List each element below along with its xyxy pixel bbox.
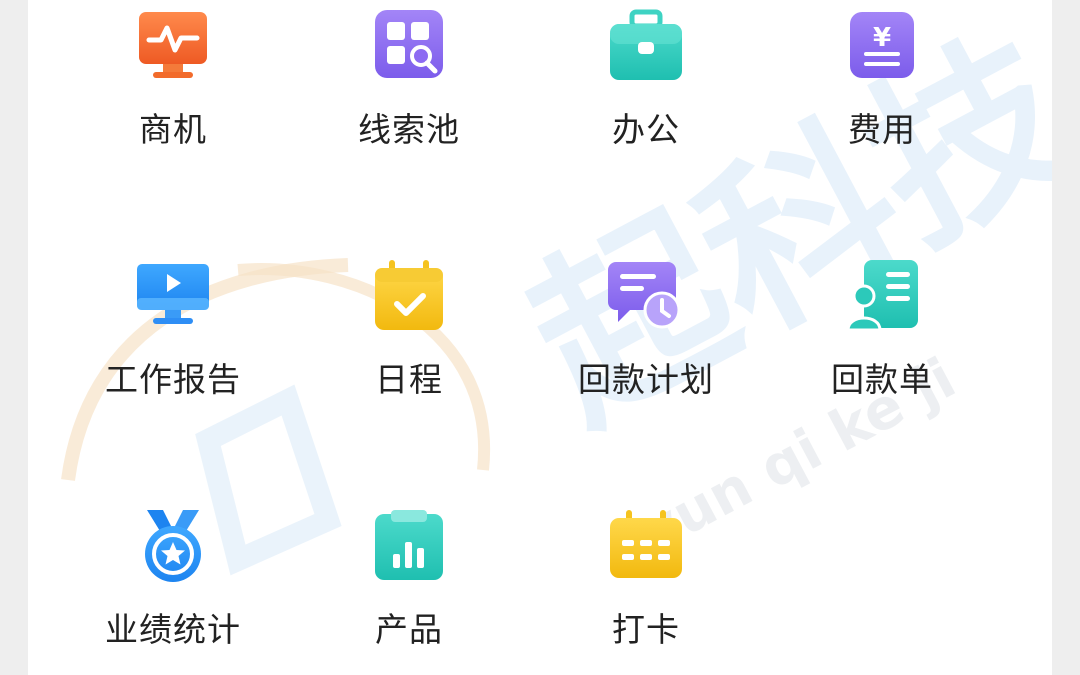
app-label: 日程	[375, 360, 443, 399]
app-payment-receipt[interactable]: 回款单	[782, 258, 982, 458]
app-performance-stats[interactable]: 业绩统计	[73, 508, 273, 675]
app-products[interactable]: 产品	[309, 508, 509, 675]
monitor-play-icon	[137, 264, 209, 324]
app-schedule[interactable]: 日程	[309, 258, 509, 458]
briefcase-icon	[610, 9, 682, 80]
app-work-report[interactable]: 工作报告	[73, 258, 273, 458]
app-label: 回款单	[831, 360, 933, 399]
medal-icon	[145, 510, 201, 582]
yen-document-icon: ¥	[850, 12, 914, 78]
app-payment-plan[interactable]: 回款计划	[546, 258, 746, 458]
app-label: 费用	[848, 110, 916, 149]
app-lead-pool[interactable]: 线索池	[309, 8, 509, 208]
contact-card-icon	[846, 260, 918, 332]
clipboard-chart-icon	[375, 510, 443, 580]
app-label: 线索池	[358, 110, 460, 149]
message-clock-icon	[608, 262, 681, 329]
calendar-check-icon	[375, 260, 443, 330]
app-label: 打卡	[612, 610, 680, 649]
app-opportunity[interactable]: 商机	[73, 8, 273, 208]
app-label: 回款计划	[578, 360, 714, 399]
app-label: 产品	[375, 610, 443, 649]
app-label: 办公	[612, 110, 680, 149]
calendar-grid-icon	[610, 510, 682, 578]
app-label: 商机	[139, 110, 207, 149]
svg-text:¥: ¥	[873, 23, 891, 53]
grid-search-icon	[375, 10, 443, 78]
app-office[interactable]: 办公	[546, 8, 746, 208]
monitor-pulse-icon	[139, 12, 207, 78]
app-check-in[interactable]: 打卡	[546, 508, 746, 675]
app-grid-panel: 起科技 yun qi ke ji 商机 线索池 办公 ¥ 费用 工作报告 日程 …	[28, 0, 1052, 675]
app-expense[interactable]: ¥ 费用	[782, 8, 982, 208]
app-label: 工作报告	[105, 360, 241, 399]
app-label: 业绩统计	[105, 610, 241, 649]
